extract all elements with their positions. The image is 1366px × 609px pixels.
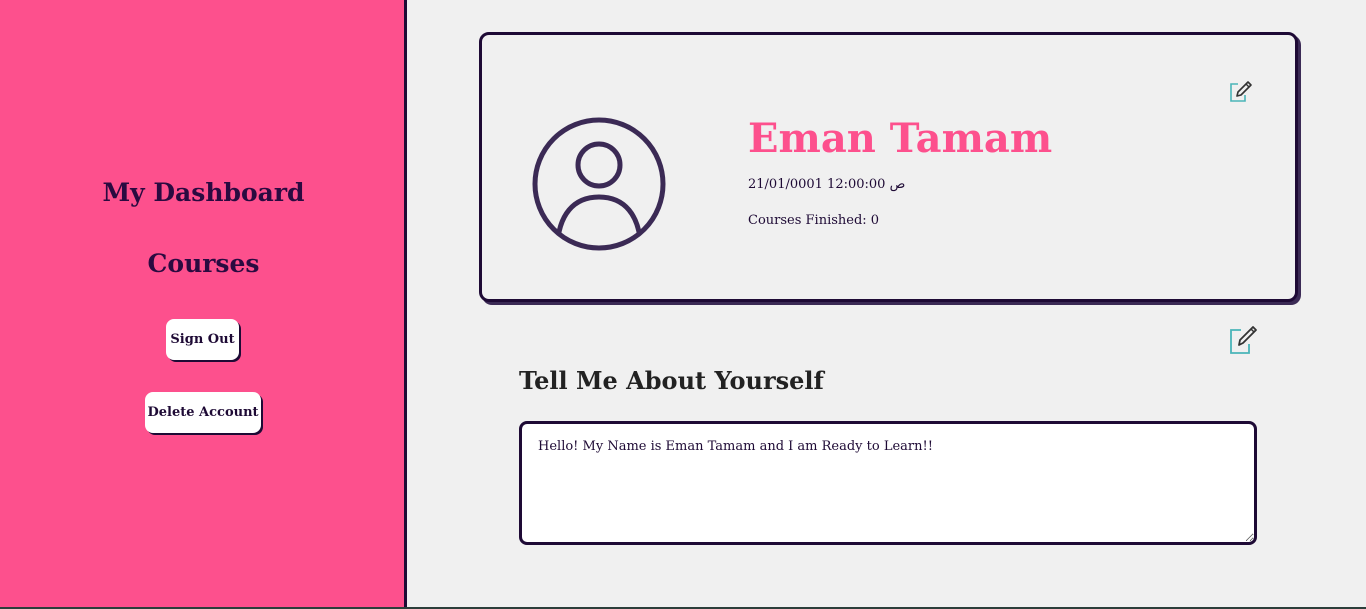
profile-card: Eman Tamam 21/01/0001 12:00:00 ص Courses… (479, 32, 1298, 302)
my-dashboard-link[interactable]: My Dashboard (0, 178, 407, 207)
courses-finished: Courses Finished: 0 (748, 213, 880, 228)
profile-date: 21/01/0001 12:00:00 ص (748, 177, 906, 192)
courses-link[interactable]: Courses (0, 249, 407, 278)
edit-icon[interactable] (1228, 325, 1258, 355)
sidebar: My Dashboard Courses Sign Out Delete Acc… (0, 0, 407, 607)
delete-account-button[interactable]: Delete Account (145, 392, 261, 433)
edit-icon[interactable] (1227, 79, 1253, 105)
about-textarea[interactable]: Hello! My Name is Eman Tamam and I am Re… (519, 421, 1257, 545)
about-title: Tell Me About Yourself (519, 366, 824, 395)
sign-out-button[interactable]: Sign Out (166, 319, 239, 360)
user-circle-icon (532, 117, 666, 251)
profile-name: Eman Tamam (748, 115, 1053, 162)
